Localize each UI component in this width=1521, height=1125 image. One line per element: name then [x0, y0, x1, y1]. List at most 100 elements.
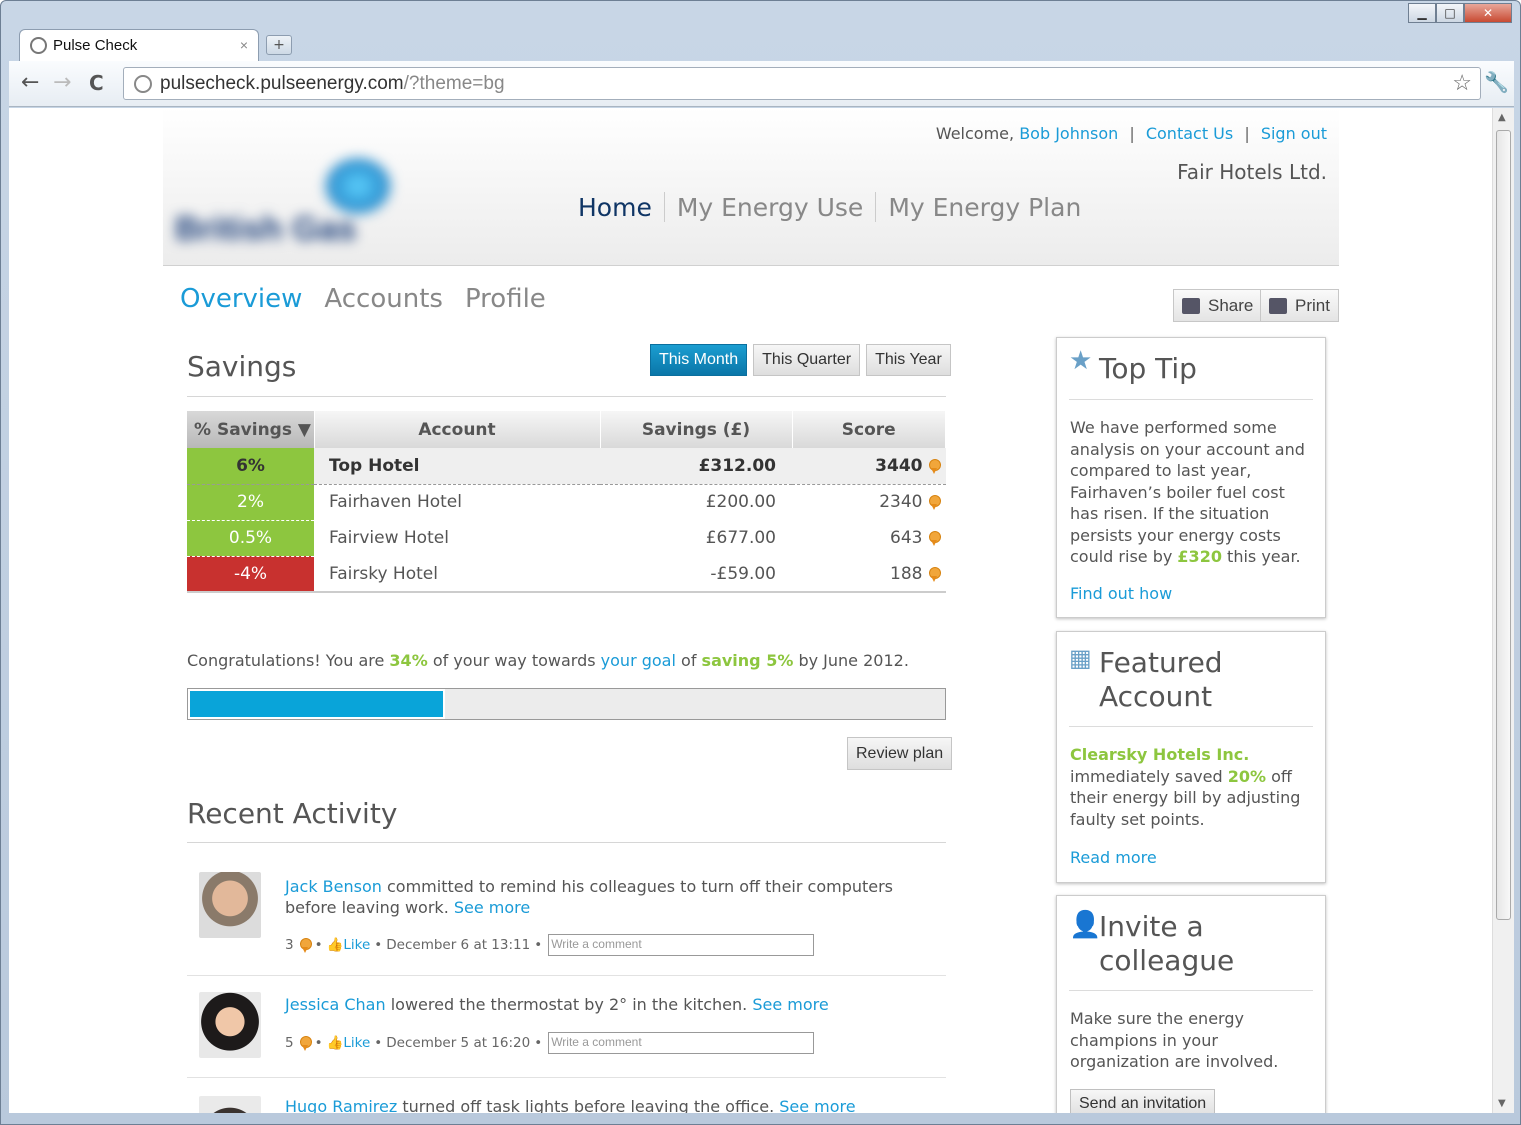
- thumbs-up-icon[interactable]: 👍: [327, 1035, 344, 1051]
- tab-close-icon[interactable]: ×: [240, 37, 248, 53]
- recent-activity-title: Recent Activity: [187, 797, 398, 830]
- table-row[interactable]: 2% Fairhaven Hotel £200.00 2340: [187, 484, 946, 521]
- this-quarter-button[interactable]: This Quarter: [753, 344, 861, 376]
- star-icon: ★: [1069, 346, 1093, 376]
- pct-savings-cell: 2%: [187, 484, 314, 521]
- scrollbar-thumb[interactable]: [1496, 130, 1511, 920]
- back-arrow-icon[interactable]: ←: [21, 70, 39, 95]
- page-info-icon[interactable]: [134, 74, 152, 93]
- see-more-link[interactable]: See more: [779, 1097, 855, 1113]
- see-more-link[interactable]: See more: [454, 898, 530, 917]
- nav-my-energy-plan[interactable]: My Energy Plan: [888, 193, 1081, 222]
- bullet: •: [314, 1035, 323, 1051]
- company-logo[interactable]: British Gas: [173, 152, 395, 256]
- wrench-menu-icon[interactable]: 🔧: [1484, 70, 1509, 94]
- browser-toolbar: ← → C pulsecheck.pulseenergy.com /?theme…: [9, 61, 1514, 107]
- medal-icon: [299, 938, 312, 953]
- browser-window: ▁ □ ✕ Pulse Check × + ← → C pulsecheck.p…: [0, 0, 1521, 1125]
- avatar[interactable]: [199, 1096, 261, 1113]
- url-path: /?theme=bg: [403, 72, 505, 94]
- see-more-link[interactable]: See more: [752, 995, 828, 1014]
- col-account[interactable]: Account: [314, 411, 601, 448]
- user-link[interactable]: Jessica Chan: [285, 995, 386, 1014]
- close-window-button[interactable]: ✕: [1464, 3, 1512, 23]
- score-value: 3440: [875, 455, 923, 476]
- contact-us-link[interactable]: Contact Us: [1146, 124, 1233, 143]
- add-user-icon: 👤: [1069, 910, 1102, 940]
- featured-account-card: ▦ Featured Account Clearsky Hotels Inc. …: [1056, 631, 1326, 883]
- find-out-how-link[interactable]: Find out how: [1070, 584, 1172, 603]
- nav-divider: [875, 192, 877, 222]
- minimize-button[interactable]: ▁: [1408, 3, 1436, 23]
- your-goal-link[interactable]: your goal: [601, 651, 676, 670]
- tab-accounts[interactable]: Accounts: [324, 284, 443, 314]
- goal-target: saving 5%: [701, 651, 794, 670]
- like-link[interactable]: Like: [343, 1035, 370, 1051]
- vertical-scrollbar[interactable]: ▲ ▼: [1492, 108, 1514, 1113]
- thumbs-up-icon[interactable]: 👍: [327, 937, 344, 953]
- col-savings[interactable]: Savings (£): [600, 411, 793, 448]
- avatar[interactable]: [199, 992, 261, 1058]
- table-row[interactable]: 0.5% Fairview Hotel £677.00 643: [187, 520, 946, 557]
- comment-input[interactable]: Write a comment: [548, 1032, 815, 1054]
- share-button[interactable]: Share: [1173, 289, 1263, 322]
- account-cell[interactable]: Top Hotel: [314, 448, 600, 485]
- savings-cell: £312.00: [600, 448, 792, 485]
- col-score[interactable]: Score: [792, 411, 946, 448]
- scroll-up-icon[interactable]: ▲: [1498, 112, 1506, 123]
- print-label: Print: [1295, 295, 1330, 315]
- sub-nav: Overview Accounts Profile: [180, 284, 568, 314]
- address-bar[interactable]: pulsecheck.pulseenergy.com /?theme=bg ☆: [123, 67, 1481, 100]
- score-value: 643: [890, 528, 923, 548]
- browser-tab[interactable]: Pulse Check ×: [19, 29, 259, 61]
- company-name: Fair Hotels Ltd.: [1177, 160, 1327, 184]
- tip-text: We have performed some analysis on your …: [1070, 418, 1305, 566]
- review-plan-button[interactable]: Review plan: [847, 737, 953, 770]
- building-icon: ▦: [1069, 644, 1092, 672]
- table-row[interactable]: -4% Fairsky Hotel -£59.00 188: [187, 556, 946, 593]
- window-controls: ▁ □ ✕: [1408, 3, 1512, 23]
- page-globe-icon: [30, 37, 47, 54]
- bullet: •: [534, 1035, 543, 1051]
- comment-input[interactable]: Write a comment: [548, 934, 815, 956]
- tab-overview[interactable]: Overview: [180, 284, 302, 314]
- this-month-button[interactable]: This Month: [650, 344, 748, 376]
- tab-profile[interactable]: Profile: [465, 284, 546, 314]
- activity-item: Jessica Chan lowered the thermostat by 2…: [187, 976, 946, 1078]
- account-cell[interactable]: Fairhaven Hotel: [314, 484, 600, 520]
- card-title: Featured Account: [1099, 646, 1223, 713]
- avatar[interactable]: [199, 872, 261, 938]
- user-name-link[interactable]: Bob Johnson: [1019, 124, 1118, 143]
- bookmark-star-icon[interactable]: ☆: [1452, 70, 1472, 96]
- table-row[interactable]: 6% Top Hotel £312.00 3440: [187, 448, 946, 485]
- user-link[interactable]: Jack Benson: [285, 877, 382, 896]
- col-pct-savings[interactable]: % Savings ▼: [187, 411, 315, 448]
- account-cell[interactable]: Fairview Hotel: [314, 520, 600, 556]
- welcome-label: Welcome,: [935, 124, 1015, 143]
- new-tab-button[interactable]: +: [266, 35, 292, 55]
- invite-colleague-card: 👤 Invite a colleague Make sure the energ…: [1056, 895, 1326, 1113]
- sign-out-link[interactable]: Sign out: [1261, 124, 1327, 143]
- scroll-down-icon[interactable]: ▼: [1498, 1098, 1506, 1109]
- activity-description: turned off task lights before leaving th…: [402, 1097, 775, 1113]
- site-header: British Gas Welcome, Bob Johnson | Conta…: [163, 108, 1339, 266]
- card-body: We have performed some analysis on your …: [1070, 417, 1313, 568]
- like-link[interactable]: Like: [343, 937, 370, 953]
- nav-home[interactable]: Home: [578, 193, 652, 222]
- account-cell[interactable]: Fairsky Hotel: [314, 556, 600, 592]
- reload-icon[interactable]: C: [89, 71, 104, 95]
- print-button[interactable]: Print: [1260, 289, 1339, 322]
- goal-message: Congratulations! You are 34% of your way…: [187, 651, 909, 670]
- this-year-button[interactable]: This Year: [866, 344, 951, 376]
- maximize-button[interactable]: □: [1436, 3, 1464, 23]
- bullet: •: [374, 1035, 383, 1051]
- score-value: 188: [890, 563, 923, 584]
- send-invitation-button[interactable]: Send an invitation: [1070, 1089, 1216, 1113]
- nav-my-energy-use[interactable]: My Energy Use: [677, 193, 864, 222]
- share-label: Share: [1208, 295, 1254, 315]
- forward-arrow-icon[interactable]: →: [53, 70, 71, 95]
- read-more-link[interactable]: Read more: [1070, 848, 1157, 867]
- logo-text: British Gas: [175, 210, 357, 248]
- user-link[interactable]: Hugo Ramirez: [285, 1097, 397, 1113]
- progress-fill: [188, 689, 446, 719]
